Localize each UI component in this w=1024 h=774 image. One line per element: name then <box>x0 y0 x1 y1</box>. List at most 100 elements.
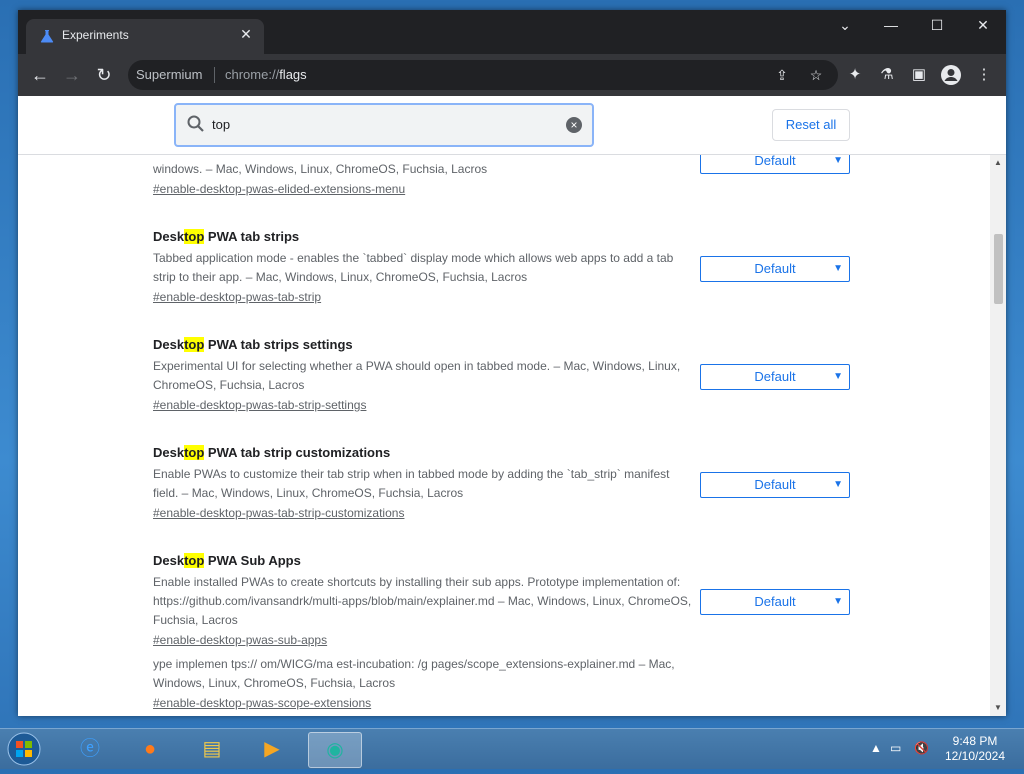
experiment-item: Desktop PWA tab strips settings Experime… <box>153 337 693 415</box>
clock-date: 12/10/2024 <box>944 749 1006 763</box>
experiment-select[interactable]: Default ▼ <box>700 472 850 498</box>
browser-window: Experiments ✕ ⌄ — ☐ ✕ ← → ↻ Supermium ch… <box>18 10 1006 716</box>
experiments-list: Default ▼ windows. – Mac, Windows, Linux,… <box>18 96 1006 716</box>
experiment-description: Experimental UI for selecting whether a … <box>153 359 681 392</box>
network-icon[interactable]: ▭ <box>890 741 901 755</box>
reload-icon[interactable]: ↻ <box>91 62 117 88</box>
extensions-puzzle-icon[interactable]: ✦ <box>844 64 866 86</box>
search-icon <box>187 115 204 132</box>
forward-arrow-icon[interactable]: → <box>59 62 85 88</box>
select-value: Default <box>754 594 796 609</box>
experiment-item: ype implemen tps:// om/WICG/ma est-incub… <box>153 655 693 713</box>
experiment-item: Desktop PWA tab strips Tabbed applicatio… <box>153 229 693 307</box>
minimize-icon[interactable]: — <box>868 10 914 42</box>
reset-all-button[interactable]: Reset all <box>772 109 850 141</box>
experiment-title: Desktop PWA Sub Apps <box>153 553 693 573</box>
experiment-link[interactable]: #enable-desktop-pwas-tab-strip <box>153 287 693 307</box>
experiment-link[interactable]: #enable-desktop-pwas-sub-apps <box>153 630 693 650</box>
tab-title: Experiments <box>62 28 129 42</box>
firefox-icon[interactable]: ● <box>124 732 176 766</box>
close-window-icon[interactable]: ✕ <box>960 10 1006 42</box>
chevron-down-icon: ▼ <box>833 596 843 607</box>
url-text: chrome://flags <box>225 67 307 82</box>
title-text: PWA tab strips settings <box>204 337 353 352</box>
experiment-description: ype implemen tps:// om/WICG/ma est-incub… <box>153 657 675 690</box>
title-text: Desk <box>153 337 185 352</box>
address-bar[interactable]: Supermium chrome://flags ⇪ ☆ <box>128 60 838 90</box>
title-text: PWA Sub Apps <box>204 553 301 568</box>
system-clock[interactable]: 9:48 PM 12/10/2024 <box>940 734 1010 764</box>
title-bar: Experiments ✕ ⌄ — ☐ ✕ <box>18 10 1006 54</box>
search-highlight: top <box>184 337 205 352</box>
experiment-title: Desktop PWA tab strips settings <box>153 337 693 357</box>
profile-avatar-icon[interactable] <box>940 64 962 86</box>
windows-logo-icon <box>7 732 41 766</box>
tab-experiments[interactable]: Experiments ✕ <box>26 19 264 54</box>
scroll-thumb[interactable] <box>994 234 1003 304</box>
url-scheme: chrome:// <box>225 67 280 82</box>
experiment-title: Desktop PWA tab strip customizations <box>153 445 693 465</box>
experiment-description: Tabbed application mode - enables the `t… <box>153 251 674 284</box>
search-highlight: top <box>184 553 205 568</box>
show-hidden-icons-icon[interactable]: ▲ <box>870 741 882 755</box>
chevron-down-icon: ▼ <box>833 479 843 490</box>
file-explorer-icon[interactable]: ▤ <box>186 732 238 766</box>
search-highlight: top <box>184 445 205 460</box>
experiment-description: windows. – Mac, Windows, Linux, ChromeOS… <box>153 162 488 176</box>
maximize-icon[interactable]: ☐ <box>914 10 960 42</box>
search-box[interactable]: top × <box>174 103 594 147</box>
experiment-description: Enable PWAs to customize their tab strip… <box>153 467 670 500</box>
clear-search-icon[interactable]: × <box>566 117 582 133</box>
experiment-link[interactable]: #enable-desktop-pwas-elided-extensions-m… <box>153 179 693 199</box>
windows-taskbar: ⓔ ● ▤ ▶ ◉ ▲ ▭ 🔇 9:48 PM 12/10/2024 <box>0 728 1024 769</box>
volume-muted-icon[interactable]: 🔇 <box>914 741 929 755</box>
url-path: flags <box>279 67 307 82</box>
browser-toolbar: ← → ↻ Supermium chrome://flags ⇪ ☆ ✦ ⚗ ▣… <box>18 54 1006 96</box>
experiment-link[interactable]: #enable-desktop-pwas-tab-strip-settings <box>153 395 693 415</box>
bookmark-star-icon[interactable]: ☆ <box>806 65 826 85</box>
chevron-down-icon: ▼ <box>833 263 843 274</box>
select-value: Default <box>754 369 796 384</box>
tab-close-icon[interactable]: ✕ <box>238 26 254 43</box>
experiment-link[interactable]: #enable-desktop-pwas-scope-extensions <box>153 693 693 713</box>
media-player-icon[interactable]: ▶ <box>246 732 298 766</box>
share-icon[interactable]: ⇪ <box>772 65 792 85</box>
experiment-link[interactable]: #enable-desktop-pwas-tab-strip-customiza… <box>153 503 693 523</box>
flags-header: top × Reset all <box>18 96 1006 155</box>
title-text: PWA tab strip customizations <box>204 445 391 460</box>
select-value: Default <box>754 153 796 168</box>
experiment-select[interactable]: Default ▼ <box>700 364 850 390</box>
clock-time: 9:48 PM <box>952 734 998 748</box>
scroll-up-arrow-icon[interactable]: ▲ <box>994 158 1002 167</box>
title-text: Desk <box>153 553 185 568</box>
start-button[interactable] <box>4 729 48 769</box>
labs-flask-icon[interactable]: ⚗ <box>876 64 898 86</box>
title-text: PWA tab strips <box>204 229 300 244</box>
side-panel-icon[interactable]: ▣ <box>908 64 930 86</box>
search-input[interactable]: top <box>212 117 230 132</box>
experiment-item: windows. – Mac, Windows, Linux, ChromeOS… <box>153 160 693 199</box>
site-chip: Supermium <box>136 67 203 82</box>
title-text: Desk <box>153 445 185 460</box>
experiment-item: Desktop PWA Sub Apps Enable installed PW… <box>153 553 693 650</box>
menu-kebab-icon[interactable]: ⋮ <box>973 64 995 86</box>
internet-explorer-icon[interactable]: ⓔ <box>64 732 116 766</box>
search-highlight: top <box>184 229 205 244</box>
experiment-select[interactable]: Default ▼ <box>700 589 850 615</box>
flags-page: top × Reset all Default ▼ windows. – Mac,… <box>18 96 1006 716</box>
chevron-down-icon: ▼ <box>833 371 843 382</box>
select-value: Default <box>754 477 796 492</box>
omnibox-divider <box>214 67 215 83</box>
experiment-select[interactable]: Default ▼ <box>700 256 850 282</box>
title-text: Desk <box>153 229 185 244</box>
scroll-down-arrow-icon[interactable]: ▼ <box>994 703 1002 712</box>
vertical-scrollbar[interactable]: ▲ ▼ <box>990 154 1006 716</box>
flask-icon <box>40 30 54 43</box>
back-arrow-icon[interactable]: ← <box>27 62 53 88</box>
experiment-description: Enable installed PWAs to create shortcut… <box>153 575 692 627</box>
experiment-title: Desktop PWA tab strips <box>153 229 693 249</box>
experiment-item: Desktop PWA tab strip customizations Ena… <box>153 445 693 523</box>
select-value: Default <box>754 261 796 276</box>
tab-search-chevron-icon[interactable]: ⌄ <box>822 10 868 42</box>
supermium-browser-icon[interactable]: ◉ <box>308 732 362 768</box>
